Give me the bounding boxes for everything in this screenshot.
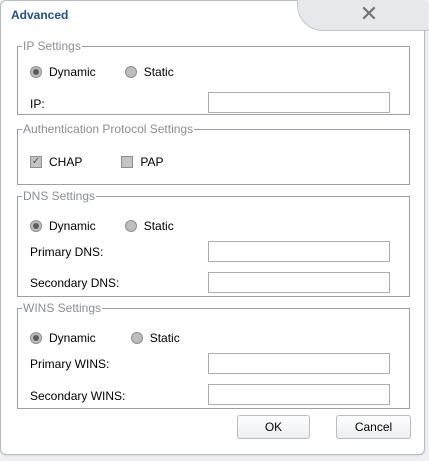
dns-static-label: Static <box>143 219 174 233</box>
advanced-dialog: Advanced ✕ IP Settings Dynamic Static IP… <box>0 0 428 455</box>
ok-button[interactable]: OK <box>237 415 310 439</box>
primary-wins-input[interactable] <box>208 353 390 374</box>
ip-static-radio[interactable] <box>124 66 137 78</box>
wins-dynamic-option[interactable]: Dynamic <box>30 331 96 345</box>
secondary-wins-input[interactable] <box>208 384 390 405</box>
wins-settings-group: WINS Settings Dynamic Static Primary WIN… <box>17 301 410 409</box>
dns-dynamic-label: Dynamic <box>49 219 96 233</box>
wins-settings-legend: WINS Settings <box>23 301 102 315</box>
auth-protocol-group: Authentication Protocol Settings ✓ CHAP … <box>17 122 410 185</box>
dns-static-radio[interactable] <box>124 220 137 232</box>
ip-static-option[interactable]: Static <box>124 65 174 79</box>
ip-mode-row: Dynamic Static <box>30 63 174 81</box>
primary-dns-label: Primary DNS: <box>30 245 104 259</box>
cancel-button[interactable]: Cancel <box>336 415 411 439</box>
secondary-dns-input[interactable] <box>208 272 390 293</box>
wins-dynamic-label: Dynamic <box>49 331 96 345</box>
wins-static-option[interactable]: Static <box>130 331 180 345</box>
primary-dns-input[interactable] <box>208 241 390 262</box>
ip-input[interactable] <box>208 92 390 113</box>
chap-label: CHAP <box>49 155 83 169</box>
wins-static-label: Static <box>149 331 180 345</box>
pap-checkbox[interactable] <box>121 156 134 168</box>
ip-settings-group: IP Settings Dynamic Static IP: <box>17 39 410 115</box>
wins-dynamic-radio[interactable] <box>30 332 42 344</box>
dns-settings-legend: DNS Settings <box>23 189 96 203</box>
ip-settings-legend: IP Settings <box>23 39 81 53</box>
dns-settings-group: DNS Settings Dynamic Static Primary DNS:… <box>17 189 410 297</box>
secondary-dns-label: Secondary DNS: <box>30 276 120 290</box>
wins-static-radio[interactable] <box>130 332 143 344</box>
ip-label: IP: <box>30 97 45 111</box>
dns-mode-row: Dynamic Static <box>30 217 174 235</box>
pap-option[interactable]: PAP <box>121 155 163 169</box>
primary-wins-label: Primary WINS: <box>30 357 110 371</box>
auth-protocol-row: ✓ CHAP PAP <box>30 153 163 171</box>
chap-option[interactable]: ✓ CHAP <box>30 155 82 169</box>
ip-dynamic-option[interactable]: Dynamic <box>30 65 96 79</box>
dialog-title: Advanced <box>11 8 69 22</box>
close-icon[interactable]: ✕ <box>357 3 381 27</box>
ip-dynamic-radio[interactable] <box>30 66 42 78</box>
ip-static-label: Static <box>143 65 174 79</box>
dns-dynamic-option[interactable]: Dynamic <box>30 219 96 233</box>
pap-label: PAP <box>140 155 164 169</box>
dns-dynamic-radio[interactable] <box>30 220 42 232</box>
dialog-header: Advanced ✕ <box>1 0 428 31</box>
dns-static-option[interactable]: Static <box>124 219 174 233</box>
ip-dynamic-label: Dynamic <box>49 65 96 79</box>
secondary-wins-label: Secondary WINS: <box>30 389 126 403</box>
wins-mode-row: Dynamic Static <box>30 329 180 347</box>
auth-protocol-legend: Authentication Protocol Settings <box>23 122 194 136</box>
chap-checkbox[interactable]: ✓ <box>30 156 42 168</box>
